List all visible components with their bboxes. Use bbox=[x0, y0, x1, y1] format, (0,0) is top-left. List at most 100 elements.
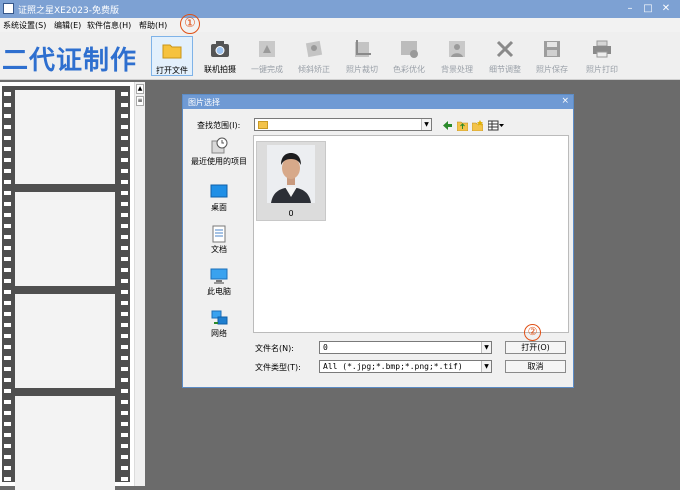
place-desktop-label: 桌面 bbox=[211, 203, 227, 212]
one-click-icon bbox=[259, 41, 275, 57]
film-sprocket-hole bbox=[4, 455, 11, 459]
film-sprocket-hole bbox=[121, 378, 128, 382]
film-sprocket-hole bbox=[4, 334, 11, 338]
film-sprocket-hole bbox=[4, 257, 11, 261]
step-1-marker: ① bbox=[180, 14, 200, 34]
menu-system-settings[interactable]: 系统设置(S) bbox=[3, 20, 46, 31]
film-sprocket-hole bbox=[121, 169, 128, 173]
chevron-down-icon[interactable]: ▼ bbox=[481, 342, 491, 353]
chevron-down-icon[interactable]: ▼ bbox=[421, 119, 431, 130]
color-optimize-button[interactable]: 色彩优化 bbox=[388, 36, 430, 76]
tilt-correct-button[interactable]: 倾斜矫正 bbox=[293, 36, 335, 76]
crop-button[interactable]: 照片裁切 bbox=[341, 36, 383, 76]
thumbnail-scrollbar[interactable]: ▲ ≡ bbox=[134, 82, 145, 486]
detail-adjust-button[interactable]: 细节调整 bbox=[484, 36, 526, 76]
photo-slot[interactable] bbox=[15, 294, 115, 388]
film-sprocket-hole bbox=[121, 444, 128, 448]
film-sprocket-hole bbox=[121, 301, 128, 305]
one-click-button[interactable]: 一键完成 bbox=[246, 36, 288, 76]
place-documents[interactable]: 文档 bbox=[187, 223, 251, 267]
camera-icon bbox=[211, 41, 229, 57]
minimize-icon[interactable]: – bbox=[622, 2, 638, 16]
photo-slot[interactable] bbox=[15, 192, 115, 286]
film-sprocket-hole bbox=[121, 268, 128, 272]
film-sprocket-hole bbox=[121, 191, 128, 195]
menu-help[interactable]: 帮助(H) bbox=[139, 20, 167, 31]
file-item[interactable]: 0 bbox=[256, 141, 326, 221]
film-sprocket-hole bbox=[121, 257, 128, 261]
tools-icon bbox=[496, 40, 514, 58]
filetype-select[interactable]: All (*.jpg;*.bmp;*.png;*.tif) ▼ bbox=[319, 360, 492, 373]
folder-icon bbox=[258, 121, 268, 129]
scroll-up-icon[interactable]: ▲ bbox=[136, 84, 144, 94]
film-sprocket-hole bbox=[121, 180, 128, 184]
open-file-button[interactable]: 打开文件 bbox=[151, 36, 193, 76]
photo-slot[interactable] bbox=[15, 396, 115, 490]
film-sprocket-hole bbox=[121, 466, 128, 470]
place-documents-label: 文档 bbox=[211, 245, 227, 254]
open-button[interactable]: 打开(O) bbox=[505, 341, 566, 354]
background-icon bbox=[449, 41, 465, 57]
film-sprocket-hole bbox=[121, 389, 128, 393]
back-arrow-icon[interactable] bbox=[442, 120, 453, 131]
film-sprocket-hole bbox=[4, 466, 11, 470]
tilt-correct-icon bbox=[305, 40, 323, 58]
film-sprocket-hole bbox=[121, 92, 128, 96]
look-in-combo[interactable]: ▼ bbox=[254, 118, 432, 131]
film-sprocket-hole bbox=[4, 224, 11, 228]
desktop-icon bbox=[210, 184, 228, 198]
file-list[interactable]: 0 bbox=[253, 135, 569, 333]
dialog-close-icon[interactable]: × bbox=[561, 96, 569, 106]
film-sprocket-hole bbox=[4, 378, 11, 382]
place-network[interactable]: 网络 bbox=[187, 307, 251, 351]
online-capture-label: 联机拍摄 bbox=[204, 65, 236, 74]
new-folder-icon[interactable] bbox=[472, 120, 483, 131]
film-sprocket-hole bbox=[4, 301, 11, 305]
film-sprocket-hole bbox=[4, 202, 11, 206]
background-button[interactable]: 背景处理 bbox=[436, 36, 478, 76]
place-recent-label: 最近使用的项目 bbox=[191, 157, 247, 166]
menu-software-info[interactable]: 软件信息(H) bbox=[87, 20, 131, 31]
scroll-page-icon[interactable]: ≡ bbox=[136, 96, 144, 106]
film-sprocket-hole bbox=[4, 147, 11, 151]
places-bar: 最近使用的项目 桌面 文档 此电脑 网络 bbox=[187, 135, 251, 345]
film-sprocket-hole bbox=[121, 455, 128, 459]
film-sprocket-hole bbox=[121, 213, 128, 217]
close-icon[interactable]: ✕ bbox=[658, 2, 674, 16]
film-sprocket-hole bbox=[4, 345, 11, 349]
up-folder-icon[interactable] bbox=[457, 120, 468, 131]
film-sprocket-hole bbox=[121, 411, 128, 415]
background-label: 背景处理 bbox=[441, 65, 473, 74]
cancel-button[interactable]: 取消 bbox=[505, 360, 566, 373]
look-in-label: 查找范围(I): bbox=[197, 121, 241, 130]
chevron-down-icon[interactable]: ▼ bbox=[481, 361, 491, 372]
film-sprocket-hole bbox=[121, 147, 128, 151]
image-select-dialog: 图片选择 × 查找范围(I): ▼ 最近使用的项目 桌面 文档 此电脑 网络 0… bbox=[182, 94, 574, 388]
print-photo-button[interactable]: 照片打印 bbox=[580, 36, 624, 76]
filetype-label: 文件类型(T): bbox=[255, 363, 301, 372]
dialog-titlebar: 图片选择 × bbox=[183, 95, 573, 109]
save-photo-button[interactable]: 照片保存 bbox=[531, 36, 573, 76]
film-sprocket-hole bbox=[4, 444, 11, 448]
place-this-pc[interactable]: 此电脑 bbox=[187, 265, 251, 309]
view-menu-icon[interactable] bbox=[488, 120, 504, 131]
menu-edit[interactable]: 编辑(E) bbox=[54, 20, 81, 31]
save-photo-label: 照片保存 bbox=[536, 65, 568, 74]
film-sprocket-hole bbox=[121, 400, 128, 404]
film-sprocket-hole bbox=[4, 477, 11, 481]
place-desktop[interactable]: 桌面 bbox=[187, 181, 251, 225]
film-sprocket-hole bbox=[121, 224, 128, 228]
film-sprocket-hole bbox=[4, 191, 11, 195]
online-capture-button[interactable]: 联机拍摄 bbox=[199, 36, 241, 76]
film-sprocket-hole bbox=[4, 411, 11, 415]
place-recent-items[interactable]: 最近使用的项目 bbox=[187, 135, 251, 179]
film-sprocket-hole bbox=[4, 356, 11, 360]
recent-items-icon bbox=[211, 137, 228, 154]
maximize-icon[interactable]: □ bbox=[640, 2, 656, 16]
film-sprocket-hole bbox=[4, 422, 11, 426]
film-sprocket-hole bbox=[4, 235, 11, 239]
step-2-marker: ② bbox=[524, 324, 541, 341]
filename-input[interactable]: 0 ▼ bbox=[319, 341, 492, 354]
photo-slot[interactable] bbox=[15, 90, 115, 184]
photo-thumbnail bbox=[267, 145, 315, 203]
